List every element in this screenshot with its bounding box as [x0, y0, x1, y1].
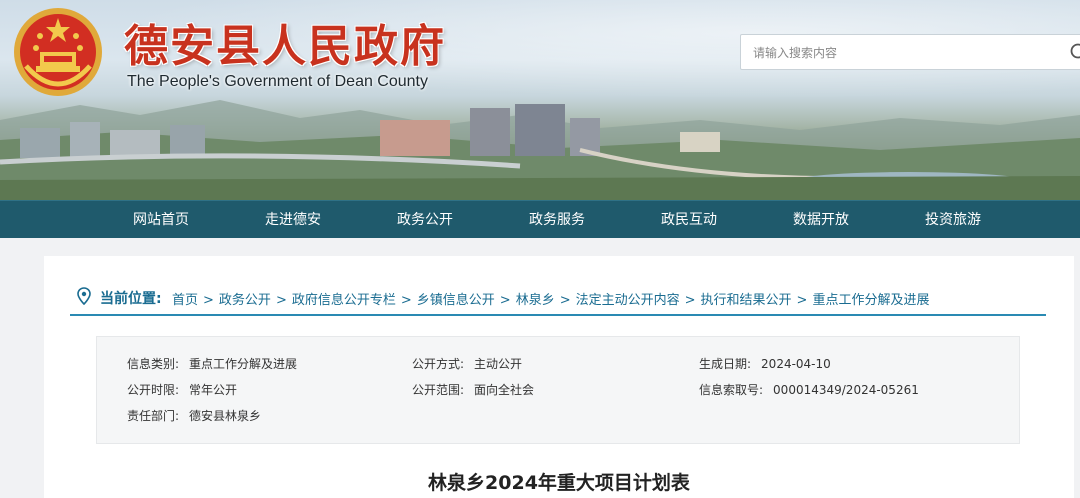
nav-item-home[interactable]: 网站首页 [106, 201, 216, 239]
meta-dept: 责任部门: 德安县林泉乡 [127, 407, 261, 424]
nav-item-investment-tourism[interactable]: 投资旅游 [898, 201, 1008, 239]
meta-period-value: 常年公开 [189, 383, 238, 397]
meta-dept-key: 责任部门: [127, 409, 180, 423]
breadcrumb-label: 当前位置: [100, 291, 162, 307]
nav-item-gov-services[interactable]: 政务服务 [502, 201, 612, 239]
breadcrumb-separator: > [796, 293, 808, 308]
breadcrumb-separator: > [400, 293, 412, 308]
breadcrumb-separator: > [684, 293, 696, 308]
breadcrumb-linquan[interactable]: 林泉乡 [516, 293, 555, 308]
meta-index-key: 信息索取号: [699, 383, 764, 397]
site-header: 德安县人民政府 The People's Government of Dean … [0, 0, 1080, 200]
breadcrumb-divider [70, 314, 1046, 316]
meta-index-value: 000014349/2024-05261 [773, 383, 919, 397]
search-box [740, 34, 1080, 70]
meta-category: 信息类别: 重点工作分解及进展 [127, 355, 297, 372]
site-subtitle: The People's Government of Dean County [127, 73, 428, 90]
meta-method-key: 公开方式: [412, 357, 465, 371]
breadcrumb-separator: > [559, 293, 571, 308]
meta-index: 信息索取号: 000014349/2024-05261 [699, 381, 919, 398]
meta-scope-value: 面向全社会 [474, 383, 535, 397]
main-nav: 网站首页 走进德安 政务公开 政务服务 政民互动 数据开放 投资旅游 [0, 200, 1080, 238]
nav-item-interaction[interactable]: 政民互动 [634, 201, 744, 239]
meta-period-key: 公开时限: [127, 383, 180, 397]
info-metadata-panel: 信息类别: 重点工作分解及进展 公开方式: 主动公开 生成日期: 2024-04-10… [96, 336, 1020, 444]
location-pin-icon [77, 287, 91, 305]
city-panorama [0, 100, 1080, 200]
meta-scope-key: 公开范围: [412, 383, 465, 397]
meta-method: 公开方式: 主动公开 [412, 355, 522, 372]
breadcrumb-gov-affairs[interactable]: 政务公开 [219, 293, 271, 308]
meta-date-key: 生成日期: [699, 357, 752, 371]
search-icon[interactable] [1069, 42, 1080, 64]
breadcrumb-home[interactable]: 首页 [172, 293, 198, 308]
nav-item-open-data[interactable]: 数据开放 [766, 201, 876, 239]
meta-scope: 公开范围: 面向全社会 [412, 381, 534, 398]
meta-date-value: 2024-04-10 [761, 357, 831, 371]
meta-category-key: 信息类别: [127, 357, 180, 371]
nav-item-gov-affairs[interactable]: 政务公开 [370, 201, 480, 239]
meta-category-value: 重点工作分解及进展 [189, 357, 298, 371]
site-title: 德安县人民政府 [124, 21, 446, 72]
content-card: 当前位置: 首页 > 政务公开 > 政府信息公开专栏 > 乡镇信息公开 > 林泉乡 > 法定主动公开… [44, 256, 1074, 498]
document-title: 林泉乡2024年重大项目计划表 [428, 472, 690, 494]
meta-dept-value: 德安县林泉乡 [189, 409, 262, 423]
search-input[interactable] [753, 44, 1053, 62]
breadcrumb-info-column[interactable]: 政府信息公开专栏 [292, 293, 396, 308]
meta-method-value: 主动公开 [474, 357, 523, 371]
breadcrumb-separator: > [499, 293, 511, 308]
meta-date: 生成日期: 2024-04-10 [699, 355, 831, 372]
nav-item-about[interactable]: 走进德安 [238, 201, 348, 239]
breadcrumb: 首页 > 政务公开 > 政府信息公开专栏 > 乡镇信息公开 > 林泉乡 > 法定主动公开内容 > 执行和… [172, 289, 929, 308]
breadcrumb-township-info[interactable]: 乡镇信息公开 [417, 293, 495, 308]
breadcrumb-separator: > [275, 293, 287, 308]
meta-period: 公开时限: 常年公开 [127, 381, 237, 398]
breadcrumb-execution-results[interactable]: 执行和结果公开 [701, 293, 792, 308]
breadcrumb-statutory-content[interactable]: 法定主动公开内容 [576, 293, 680, 308]
national-emblem-icon [14, 8, 102, 96]
breadcrumb-key-work[interactable]: 重点工作分解及进展 [812, 293, 929, 308]
breadcrumb-separator: > [203, 293, 214, 308]
